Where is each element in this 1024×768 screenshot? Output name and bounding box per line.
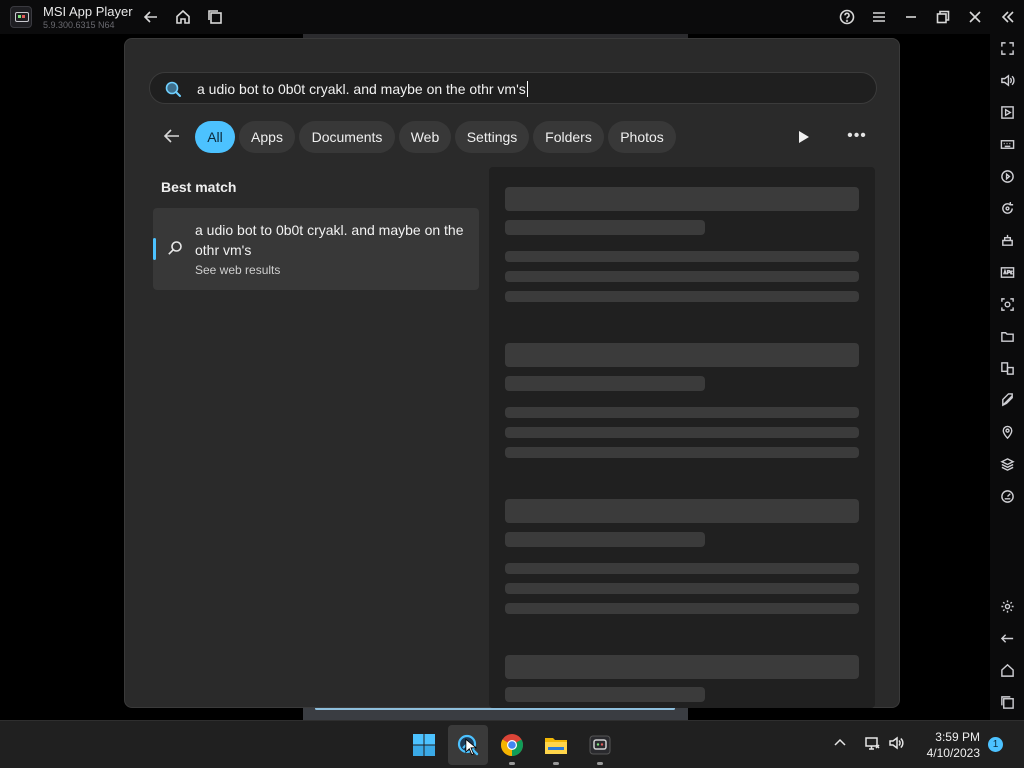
chrome-icon (501, 734, 523, 756)
android-back-icon[interactable] (996, 627, 1018, 649)
skeleton-line (505, 447, 859, 458)
skeleton-subheading (505, 687, 705, 702)
app-version: 5.9.300.6315 N64 (43, 20, 115, 30)
more-options-icon[interactable]: ••• (845, 127, 869, 147)
close-icon[interactable] (963, 5, 987, 29)
clock-time: 3:59 PM (935, 730, 980, 744)
skeleton-line (505, 563, 859, 574)
emulator-titlebar: MSI App Player 5.9.300.6315 N64 (0, 0, 1024, 34)
multi-window-icon[interactable] (203, 5, 227, 29)
back-icon[interactable] (139, 5, 163, 29)
file-explorer-taskbar-button[interactable] (536, 725, 576, 765)
filter-chip-web[interactable]: Web (399, 121, 451, 153)
taskbar: 3:59 PM 4/10/2023 1 (0, 720, 1024, 768)
search-box[interactable]: a udio bot to 0b0t cryakl. and maybe on … (149, 72, 877, 104)
skeleton-heading (505, 187, 859, 211)
system-clock[interactable]: 3:59 PM 4/10/2023 (918, 729, 980, 761)
folder-icon[interactable] (996, 325, 1018, 347)
skeleton-line (505, 291, 859, 302)
search-flyout: a udio bot to 0b0t cryakl. and maybe on … (124, 38, 900, 708)
skeleton-heading (505, 499, 859, 523)
filter-chip-all[interactable]: All (195, 121, 235, 153)
app-title: MSI App Player (43, 4, 133, 19)
skeleton-line (505, 407, 859, 418)
skeleton-subheading (505, 532, 705, 547)
restore-icon[interactable] (931, 5, 955, 29)
msi-app-player-logo-icon (10, 6, 32, 28)
chrome-taskbar-button[interactable] (492, 725, 532, 765)
eco-mode-icon[interactable] (996, 389, 1018, 411)
controller-icon[interactable] (996, 229, 1018, 251)
web-search-icon (167, 240, 185, 258)
help-icon[interactable] (835, 5, 859, 29)
show-hidden-icons-chevron-icon[interactable] (832, 735, 852, 755)
skeleton-line (505, 427, 859, 438)
location-icon[interactable] (996, 421, 1018, 443)
skeleton-subheading (505, 376, 705, 391)
rotate-icon[interactable] (996, 197, 1018, 219)
search-icon (165, 81, 181, 97)
minimize-icon[interactable] (899, 5, 923, 29)
filter-chip-folders[interactable]: Folders (533, 121, 604, 153)
filter-chip-settings[interactable]: Settings (455, 121, 529, 153)
apk-icon[interactable] (996, 261, 1018, 283)
screen: MSI App Player 5.9.300.6315 N64 a udio b… (0, 0, 1024, 768)
play-icon[interactable] (793, 127, 813, 147)
android-home-icon[interactable] (996, 659, 1018, 681)
selection-indicator (153, 238, 156, 260)
folder-app-icon (545, 738, 567, 754)
msi-app-player-icon (589, 735, 611, 755)
performance-icon[interactable] (996, 485, 1018, 507)
filter-chip-documents[interactable]: Documents (299, 121, 395, 153)
screenshot-icon[interactable] (996, 293, 1018, 315)
start-button[interactable] (404, 725, 444, 765)
running-indicator (553, 762, 559, 765)
taskbar-search-button[interactable] (448, 725, 488, 765)
back-arrow-icon[interactable] (163, 127, 183, 147)
running-indicator (597, 762, 603, 765)
preview-pane-loading (489, 167, 875, 708)
media-icon[interactable] (996, 101, 1018, 123)
layers-icon[interactable] (996, 453, 1018, 475)
windows-logo-icon (413, 734, 435, 756)
skeleton-line (505, 251, 859, 262)
result-title: a udio bot to 0b0t cryakl. and maybe on … (195, 222, 464, 258)
fullscreen-icon[interactable] (996, 37, 1018, 59)
text-caret (526, 81, 528, 97)
search-input[interactable]: a udio bot to 0b0t cryakl. and maybe on … (197, 81, 528, 97)
mouse-cursor-icon (465, 738, 477, 756)
best-match-result[interactable]: a udio bot to 0b0t cryakl. and maybe on … (153, 208, 479, 290)
running-indicator (509, 762, 515, 765)
notification-badge[interactable]: 1 (988, 737, 1003, 752)
clock-date: 4/10/2023 (926, 746, 980, 760)
best-match-heading: Best match (161, 179, 237, 195)
home-icon[interactable] (171, 5, 195, 29)
skeleton-heading (505, 343, 859, 367)
volume-icon[interactable] (996, 69, 1018, 91)
recent-apps-icon[interactable] (996, 691, 1018, 713)
network-icon[interactable] (864, 735, 884, 755)
skeleton-subheading (505, 220, 705, 235)
keyboard-icon[interactable] (996, 133, 1018, 155)
skeleton-line (505, 271, 859, 282)
volume-tray-icon[interactable] (888, 735, 908, 755)
skeleton-line (505, 583, 859, 594)
macro-icon[interactable] (996, 165, 1018, 187)
filter-chip-photos[interactable]: Photos (608, 121, 676, 153)
collapse-sidebar-icon[interactable] (995, 5, 1019, 29)
skeleton-line (505, 603, 859, 614)
msi-app-player-taskbar-button[interactable] (580, 725, 620, 765)
filter-chip-apps[interactable]: Apps (239, 121, 295, 153)
multi-instance-icon[interactable] (996, 357, 1018, 379)
settings-icon[interactable] (996, 595, 1018, 617)
emulator-toolstrip (990, 34, 1024, 720)
filter-bar: All Apps Documents Web Settings Folders … (157, 121, 877, 153)
see-web-results-link[interactable]: See web results (195, 263, 280, 277)
menu-icon[interactable] (867, 5, 891, 29)
skeleton-heading (505, 655, 859, 679)
